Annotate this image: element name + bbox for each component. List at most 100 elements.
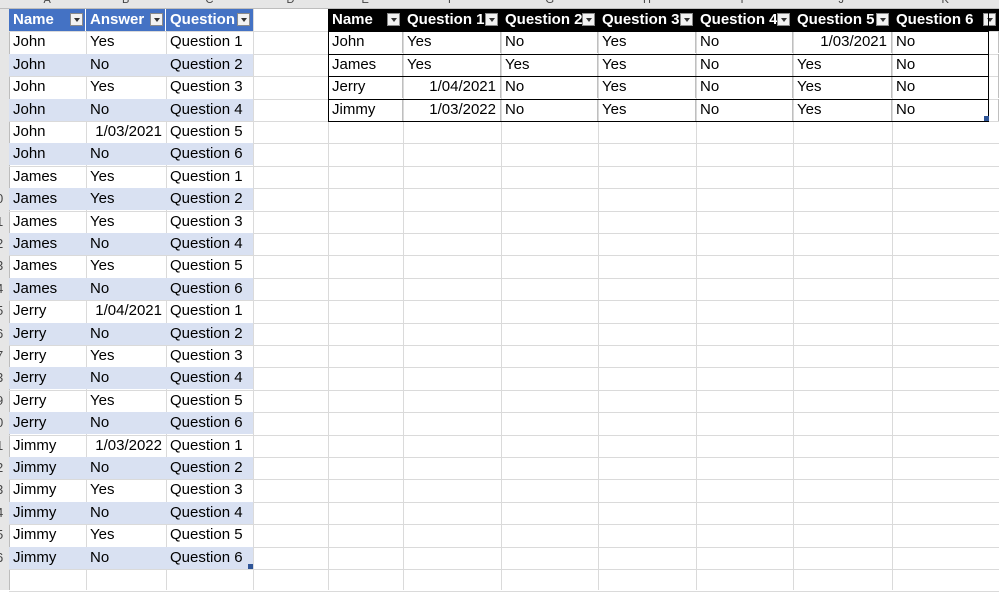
cell-question[interactable]: Question 1 bbox=[166, 166, 253, 188]
cell-question[interactable]: Question 1 bbox=[166, 31, 253, 53]
row-header-number[interactable]: 2 bbox=[0, 236, 3, 251]
cell-name[interactable]: Jerry bbox=[9, 300, 86, 322]
row-header-number[interactable]: 0 bbox=[0, 191, 3, 206]
cell-answer[interactable]: No bbox=[86, 277, 166, 300]
cell-name[interactable]: Jerry bbox=[9, 322, 86, 345]
row-header-number[interactable]: 5 bbox=[0, 303, 3, 318]
cell-name[interactable]: Jimmy bbox=[9, 457, 86, 479]
cell-name[interactable]: John bbox=[9, 53, 86, 76]
cell-name[interactable]: John bbox=[9, 76, 86, 98]
cell-answer[interactable]: No bbox=[86, 98, 166, 121]
cell-name[interactable]: Jerry bbox=[9, 367, 86, 390]
cell-question[interactable]: Question 4 bbox=[166, 501, 253, 524]
cell-answer[interactable]: No bbox=[86, 457, 166, 479]
cell-question[interactable]: Question 3 bbox=[166, 76, 253, 98]
column-header-letter[interactable]: F bbox=[448, 0, 455, 6]
row-header-number[interactable]: 4 bbox=[0, 505, 3, 520]
cell-name[interactable]: John bbox=[9, 143, 86, 166]
cell-name[interactable]: James bbox=[9, 188, 86, 211]
row-header-number[interactable]: 7 bbox=[0, 348, 3, 363]
cell-name[interactable]: James bbox=[9, 233, 86, 255]
cell-name[interactable]: Jimmy bbox=[9, 524, 86, 546]
filter-dropdown-icon[interactable] bbox=[70, 13, 83, 26]
column-header-letter[interactable]: B bbox=[122, 0, 129, 6]
cell-answer[interactable]: Yes bbox=[86, 255, 166, 277]
row-header-number[interactable]: 1 bbox=[0, 214, 3, 229]
cell-name[interactable]: James bbox=[9, 277, 86, 300]
cell-question[interactable]: Question 4 bbox=[166, 367, 253, 390]
cell-question[interactable]: Question 6 bbox=[166, 546, 253, 569]
cell-name[interactable]: Jimmy bbox=[9, 479, 86, 501]
cell-answer[interactable]: Yes bbox=[86, 188, 166, 211]
column-header-letter[interactable]: A bbox=[44, 0, 51, 6]
cell-question[interactable]: Question 6 bbox=[166, 143, 253, 166]
cell-answer[interactable]: No bbox=[86, 53, 166, 76]
cell-answer[interactable]: Yes bbox=[86, 31, 166, 53]
cell-name[interactable]: Jimmy bbox=[9, 546, 86, 569]
row-header-number[interactable]: 6 bbox=[0, 326, 3, 341]
cell-question[interactable]: Question 6 bbox=[166, 412, 253, 435]
cell-answer[interactable]: No bbox=[86, 412, 166, 435]
cell-name[interactable]: Jerry bbox=[9, 345, 86, 367]
cell-name[interactable]: James bbox=[9, 166, 86, 188]
row-header-number[interactable]: 3 bbox=[0, 258, 3, 273]
cell-answer[interactable]: Yes bbox=[86, 166, 166, 188]
cell-question[interactable]: Question 3 bbox=[166, 479, 253, 501]
cell-answer[interactable]: Yes bbox=[86, 211, 166, 233]
cell-question[interactable]: Question 2 bbox=[166, 457, 253, 479]
column-header-letter[interactable]: G bbox=[546, 0, 555, 6]
cell-name[interactable]: Jerry bbox=[9, 412, 86, 435]
cell-name[interactable]: James bbox=[9, 211, 86, 233]
row-header-number[interactable]: 2 bbox=[0, 460, 3, 475]
cell-name[interactable]: John bbox=[9, 121, 86, 143]
column-header-letter[interactable]: I bbox=[741, 0, 744, 6]
cell-question[interactable]: Question 3 bbox=[166, 345, 253, 367]
cell-answer[interactable]: 1/03/2021 bbox=[86, 121, 166, 143]
cell-question[interactable]: Question 5 bbox=[166, 390, 253, 412]
column-header-letter[interactable]: H bbox=[643, 0, 651, 6]
cell-question[interactable]: Question 2 bbox=[166, 53, 253, 76]
cell-question[interactable]: Question 1 bbox=[166, 300, 253, 322]
column-header-bar[interactable]: A B C D E F G H I J K bbox=[0, 0, 999, 9]
cell-answer[interactable]: No bbox=[86, 233, 166, 255]
column-header-letter[interactable]: C bbox=[206, 0, 214, 6]
row-header-number[interactable]: 5 bbox=[0, 527, 3, 542]
cell-question[interactable]: Question 3 bbox=[166, 211, 253, 233]
cell-answer[interactable]: No bbox=[86, 143, 166, 166]
cell-question[interactable]: Question 4 bbox=[166, 233, 253, 255]
cell-answer[interactable]: Yes bbox=[86, 390, 166, 412]
cell-question[interactable]: Question 2 bbox=[166, 188, 253, 211]
row-header-number[interactable]: 1 bbox=[0, 438, 3, 453]
cell-question[interactable]: Question 5 bbox=[166, 121, 253, 143]
cell-answer[interactable]: Yes bbox=[86, 345, 166, 367]
cell-name[interactable]: Jerry bbox=[9, 390, 86, 412]
cell-name[interactable]: John bbox=[9, 31, 86, 53]
cell-question[interactable]: Question 4 bbox=[166, 98, 253, 121]
cell-name[interactable]: Jimmy bbox=[9, 435, 86, 457]
row-header-number[interactable]: 3 bbox=[0, 482, 3, 497]
cell-question[interactable]: Question 5 bbox=[166, 524, 253, 546]
column-header-letter[interactable]: K bbox=[942, 0, 949, 6]
cell-answer[interactable]: No bbox=[86, 367, 166, 390]
cell-question[interactable]: Question 6 bbox=[166, 277, 253, 300]
cell-answer[interactable]: Yes bbox=[86, 76, 166, 98]
cell-answer[interactable]: No bbox=[86, 322, 166, 345]
row-header-number[interactable]: 9 bbox=[0, 393, 3, 408]
cell-name[interactable]: Jimmy bbox=[9, 501, 86, 524]
cell-answer[interactable]: No bbox=[86, 546, 166, 569]
cell-question[interactable]: Question 1 bbox=[166, 435, 253, 457]
row-header-number[interactable]: 0 bbox=[0, 415, 3, 430]
cell-answer[interactable]: Yes bbox=[86, 524, 166, 546]
table-resize-handle[interactable] bbox=[984, 116, 989, 121]
cell-answer[interactable]: 1/04/2021 bbox=[86, 300, 166, 322]
cell-answer[interactable]: Yes bbox=[86, 479, 166, 501]
cell-name[interactable]: James bbox=[9, 255, 86, 277]
cell-answer[interactable]: No bbox=[86, 501, 166, 524]
column-header-letter[interactable]: E bbox=[362, 0, 369, 6]
column-header-letter[interactable]: J bbox=[839, 0, 845, 6]
cell-answer[interactable]: 1/03/2022 bbox=[86, 435, 166, 457]
row-header-number[interactable]: 4 bbox=[0, 281, 3, 296]
cell-question[interactable]: Question 2 bbox=[166, 322, 253, 345]
cell-name[interactable]: John bbox=[9, 98, 86, 121]
cell-question[interactable]: Question 5 bbox=[166, 255, 253, 277]
